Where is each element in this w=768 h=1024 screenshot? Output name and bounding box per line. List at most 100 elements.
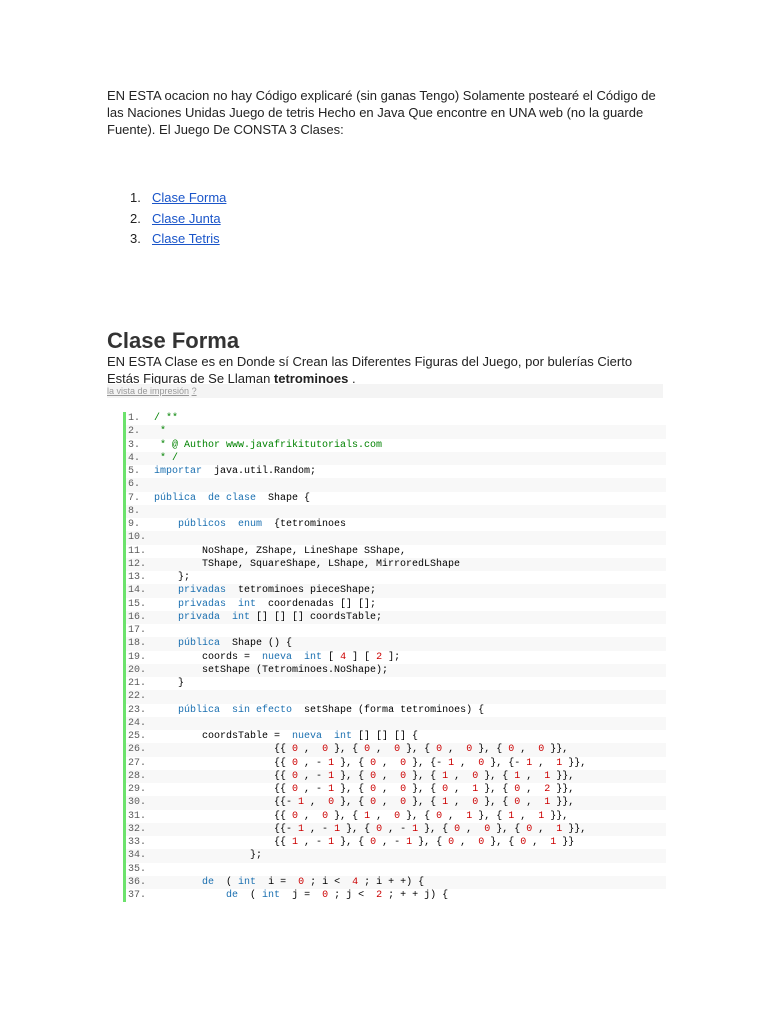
code-token: ] [ [346,651,377,663]
code-token: }, { [334,837,371,848]
code-line: 1. / ** [126,412,666,425]
line-number: 23. [128,704,147,716]
line-number: 32. [128,823,147,835]
code-token: Shape () { [220,638,293,650]
code-token: TShape, SquareShape, LShape, MirroredLSh… [154,558,461,570]
line-number: 35. [128,863,147,875]
code-token: }, { [406,784,443,795]
code-text: {{ 0 , - 1 }, { 0 , 0 }, {- 1 , 0 }, {- … [154,757,586,770]
code-token: coords = [154,651,263,663]
line-number: 16. [128,611,147,623]
code-token: }}, [550,797,575,809]
code-text: pública Shape () { [154,637,292,650]
code-token: setShape (Tetrominoes.NoShape); [154,664,389,676]
toc-number: 2. [130,210,141,226]
code-line: 36. de ( int i = 0 ; i < 4 ; i + +) { [126,875,666,889]
code-token: , [520,770,545,782]
code-token: {{ [154,757,293,769]
code-text: {{ 1 , - 1 }, { 0 , - 1 }, { 0 , 0 }, { … [154,836,574,849]
line-number: 25. [128,731,147,742]
code-token: , [514,810,539,822]
code-text: privadas tetrominoes pieceShape; [154,584,376,597]
code-line: 8. [126,504,666,518]
code-token: } [154,678,185,689]
line-number: 22. [128,691,147,703]
code-token: , [448,797,473,809]
line-number: 37. [128,890,147,901]
code-text: }; [154,571,190,584]
code-token: ; + + j) { [382,890,449,901]
code-token: , [376,797,401,809]
code-token: , [514,744,539,756]
code-keyword: pública de clase [154,492,257,504]
code-keyword: int [238,876,257,888]
code-keyword: privada int [178,611,251,623]
toc-link-clase-tetris[interactable]: Clase Tetris [152,231,220,246]
code-token: , [448,784,473,795]
code-token: , - [304,823,335,835]
code-token: [] [] [] coordsTable; [250,611,383,623]
line-number: 14. [128,585,147,597]
code-token: }, { [478,770,515,782]
code-token: ; i < [304,876,353,888]
line-number: 8. [128,505,141,517]
code-text: coordsTable = nueva int [] [] [] { [154,730,418,743]
code-token: , [370,744,395,756]
code-token: }}, [550,770,575,782]
code-keyword: importar [154,466,203,477]
code-line: 5. importar java.util.Random; [126,465,666,478]
code-text: / ** [154,412,178,425]
code-text: setShape (Tetrominoes.NoShape); [154,664,388,677]
code-token: }, { [406,797,443,809]
code-text: }; [154,849,262,862]
code-keyword: privadas [178,585,227,597]
code-line: 11. NoShape, ZShape, LineShape SShape, [126,545,666,558]
code-token: Shape { [256,492,311,504]
code-token: ( [238,890,263,901]
help-link[interactable]: ? [192,386,197,396]
code-token: , [532,823,557,835]
print-view-link[interactable]: la vista de impresión [107,386,189,396]
code-block: 1. / ** 2. * 3. * @ Author www.javafrikitut… [123,412,666,903]
code-token: }, { [406,770,443,782]
code-text: coords = nueva int [ 4 ] [ 2 ]; [154,651,400,664]
code-token: {{- [154,823,299,835]
code-text: TShape, SquareShape, LShape, MirroredLSh… [154,558,460,571]
code-token: tetrominoes pieceShape; [226,585,377,597]
code-line: 13. }; [126,571,666,584]
code-text: de ( int j = 0 ; j < 2 ; + + j) { [154,889,448,902]
code-token: java.util.Random; [202,466,317,477]
code-line: 27. {{ 0 , - 1 }, { 0 , 0 }, {- 1 , 0 },… [126,757,666,770]
code-token: , - [298,784,329,795]
code-text: {{- 1 , - 1 }, { 0 , - 1 }, { 0 , 0 }, {… [154,823,586,836]
code-token: coordenadas [] []; [256,598,377,610]
line-number: 12. [128,558,147,570]
code-text: * [154,425,166,438]
code-comment: * / [154,452,179,464]
code-line: 31. {{ 0 , 0 }, { 1 , 0 }, { 0 , 1 }, { … [126,810,666,823]
code-line: 6. [126,478,666,492]
code-token: {{ [154,810,293,822]
line-number: 17. [128,625,147,636]
toc-number: 1. [130,190,141,205]
code-token: ; i + +) { [358,876,425,888]
code-token: }}, [562,823,587,835]
line-number: 2. [128,426,141,438]
code-comment: * @ Author www.javafrikitutorials.com [154,439,383,451]
code-line: 7. pública de clase Shape { [126,492,666,505]
code-token: }, { [490,823,527,835]
toc-link-clase-forma[interactable]: Clase Forma [152,190,226,205]
code-keyword: nueva int [292,731,353,742]
code-token: }, { [328,810,365,822]
line-number: 3. [128,439,141,451]
code-line: 21. } [126,677,666,690]
toc-link-clase-junta[interactable]: Clase Junta [152,211,221,226]
code-line: 19. coords = nueva int [ 4 ] [ 2 ]; [126,651,666,664]
code-token: }, { [334,784,371,795]
code-line: 25. coordsTable = nueva int [] [] [] { [126,730,666,743]
code-text: pública sin efecto setShape (forma tetro… [154,704,484,717]
code-line: 4. * / [126,451,666,465]
